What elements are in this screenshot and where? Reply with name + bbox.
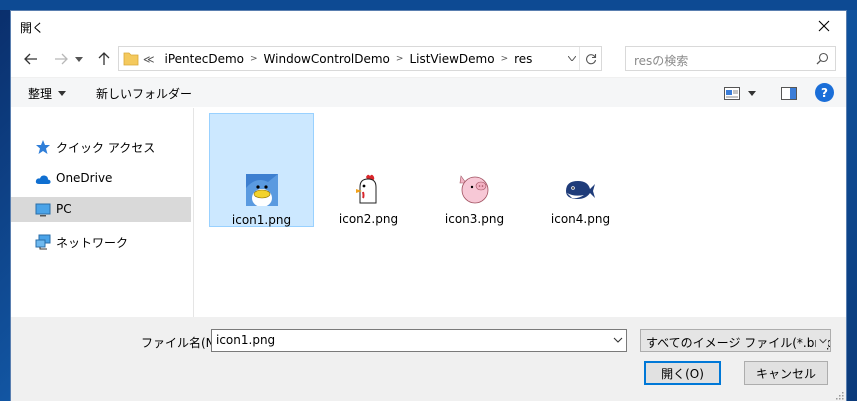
organize-button[interactable]: 整理 (28, 85, 67, 102)
breadcrumb-overflow[interactable]: ≪ (143, 53, 159, 66)
navigation-pane: クイック アクセス OneDrive PC ネットワーク (11, 108, 194, 321)
back-button[interactable] (20, 48, 42, 70)
chevron-down-icon (58, 91, 67, 96)
breadcrumb-item[interactable]: ListViewDemo (403, 52, 500, 66)
refresh-icon (585, 53, 596, 64)
recent-locations-button[interactable] (72, 48, 86, 70)
file-name: icon3.png (444, 212, 505, 226)
open-button-label: 開く(O) (661, 366, 704, 381)
filename-field[interactable]: icon1.png (211, 329, 627, 352)
breadcrumb-item[interactable]: iPentecDemo (159, 52, 250, 66)
preview-pane-icon (781, 86, 797, 100)
address-dropdown-button[interactable] (565, 47, 579, 70)
open-button[interactable]: 開く(O) (644, 361, 721, 385)
nav-item-label: ネットワーク (56, 236, 129, 250)
resize-grip-icon[interactable] (834, 390, 844, 400)
close-icon (818, 20, 830, 32)
nav-item-network[interactable]: ネットワーク (11, 229, 191, 254)
filename-value: icon1.png (216, 333, 276, 347)
new-folder-label: 新しいフォルダー (96, 87, 193, 101)
nav-item-label: クイック アクセス (56, 141, 156, 155)
arrow-right-icon (55, 53, 68, 65)
cancel-button[interactable]: キャンセル (744, 361, 828, 385)
file-name: icon2.png (338, 212, 399, 226)
file-item-icon4[interactable]: icon4.png (528, 113, 633, 227)
whale-icon (564, 173, 596, 205)
arrow-up-icon (98, 52, 110, 65)
file-type-value: すべてのイメージ ファイル(*.bmp,*.g (646, 336, 831, 350)
cloud-icon (35, 175, 51, 184)
nav-item-label: PC (56, 202, 72, 216)
chevron-down-icon (748, 90, 756, 96)
penguin-icon (246, 174, 278, 206)
up-button[interactable] (93, 48, 115, 70)
nav-item-pc[interactable]: PC (11, 197, 191, 222)
search-box[interactable]: resの検索 (625, 46, 836, 71)
breadcrumb-item[interactable]: WindowControlDemo (258, 52, 396, 66)
forward-button[interactable] (50, 48, 72, 70)
refresh-button[interactable] (579, 47, 601, 70)
breadcrumb-item[interactable]: res (508, 52, 538, 66)
nav-item-label: OneDrive (56, 171, 113, 185)
cancel-button-label: キャンセル (755, 366, 816, 381)
view-icon (724, 86, 740, 100)
command-bar: 整理 新しいフォルダー ? (11, 77, 846, 107)
organize-label: 整理 (28, 87, 53, 101)
open-file-dialog: 開く ≪ iPentecDemo > WindowControlDemo > L… (10, 10, 847, 401)
network-icon (35, 234, 51, 250)
navigation-bar: ≪ iPentecDemo > WindowControlDemo > List… (11, 44, 846, 74)
nav-item-onedrive[interactable]: OneDrive (11, 166, 191, 191)
search-icon (816, 52, 829, 65)
file-item-icon2[interactable]: icon2.png (316, 113, 421, 227)
dialog-footer: ファイル名(N): icon1.png すべてのイメージ ファイル(*.bmp,… (11, 317, 846, 401)
file-name: icon4.png (550, 212, 611, 226)
desktop-background (0, 0, 857, 10)
file-list[interactable]: icon1.png icon2.png icon3.png icon4.png (195, 108, 846, 321)
address-bar[interactable]: ≪ iPentecDemo > WindowControlDemo > List… (118, 46, 602, 71)
monitor-icon (35, 203, 51, 217)
chevron-down-icon (816, 334, 828, 348)
chevron-right-icon[interactable]: > (396, 54, 404, 64)
preview-pane-button[interactable] (779, 84, 799, 102)
close-button[interactable] (802, 11, 846, 41)
change-view-button[interactable] (724, 84, 762, 102)
arrow-left-icon (24, 53, 37, 65)
file-item-icon3[interactable]: icon3.png (422, 113, 527, 227)
chicken-icon (352, 173, 384, 205)
nav-item-quick-access[interactable]: クイック アクセス (11, 134, 191, 159)
folder-icon (123, 52, 139, 66)
chevron-right-icon[interactable]: > (501, 54, 509, 64)
window-title: 開く (20, 21, 45, 35)
chevron-down-icon (568, 56, 576, 61)
star-icon (36, 140, 50, 154)
file-item-icon1[interactable]: icon1.png (209, 113, 314, 227)
search-placeholder: resの検索 (634, 54, 689, 68)
file-type-filter[interactable]: すべてのイメージ ファイル(*.bmp,*.g (640, 329, 831, 352)
chevron-right-icon[interactable]: > (250, 54, 258, 64)
breadcrumb: ≪ iPentecDemo > WindowControlDemo > List… (143, 52, 538, 66)
pig-icon (458, 173, 490, 205)
chevron-down-icon[interactable] (613, 334, 623, 346)
title-bar: 開く (11, 11, 846, 41)
chevron-down-icon (75, 56, 83, 62)
help-icon: ? (821, 85, 828, 100)
help-button[interactable]: ? (815, 83, 834, 102)
file-name: icon1.png (231, 213, 292, 227)
new-folder-button[interactable]: 新しいフォルダー (96, 85, 192, 102)
